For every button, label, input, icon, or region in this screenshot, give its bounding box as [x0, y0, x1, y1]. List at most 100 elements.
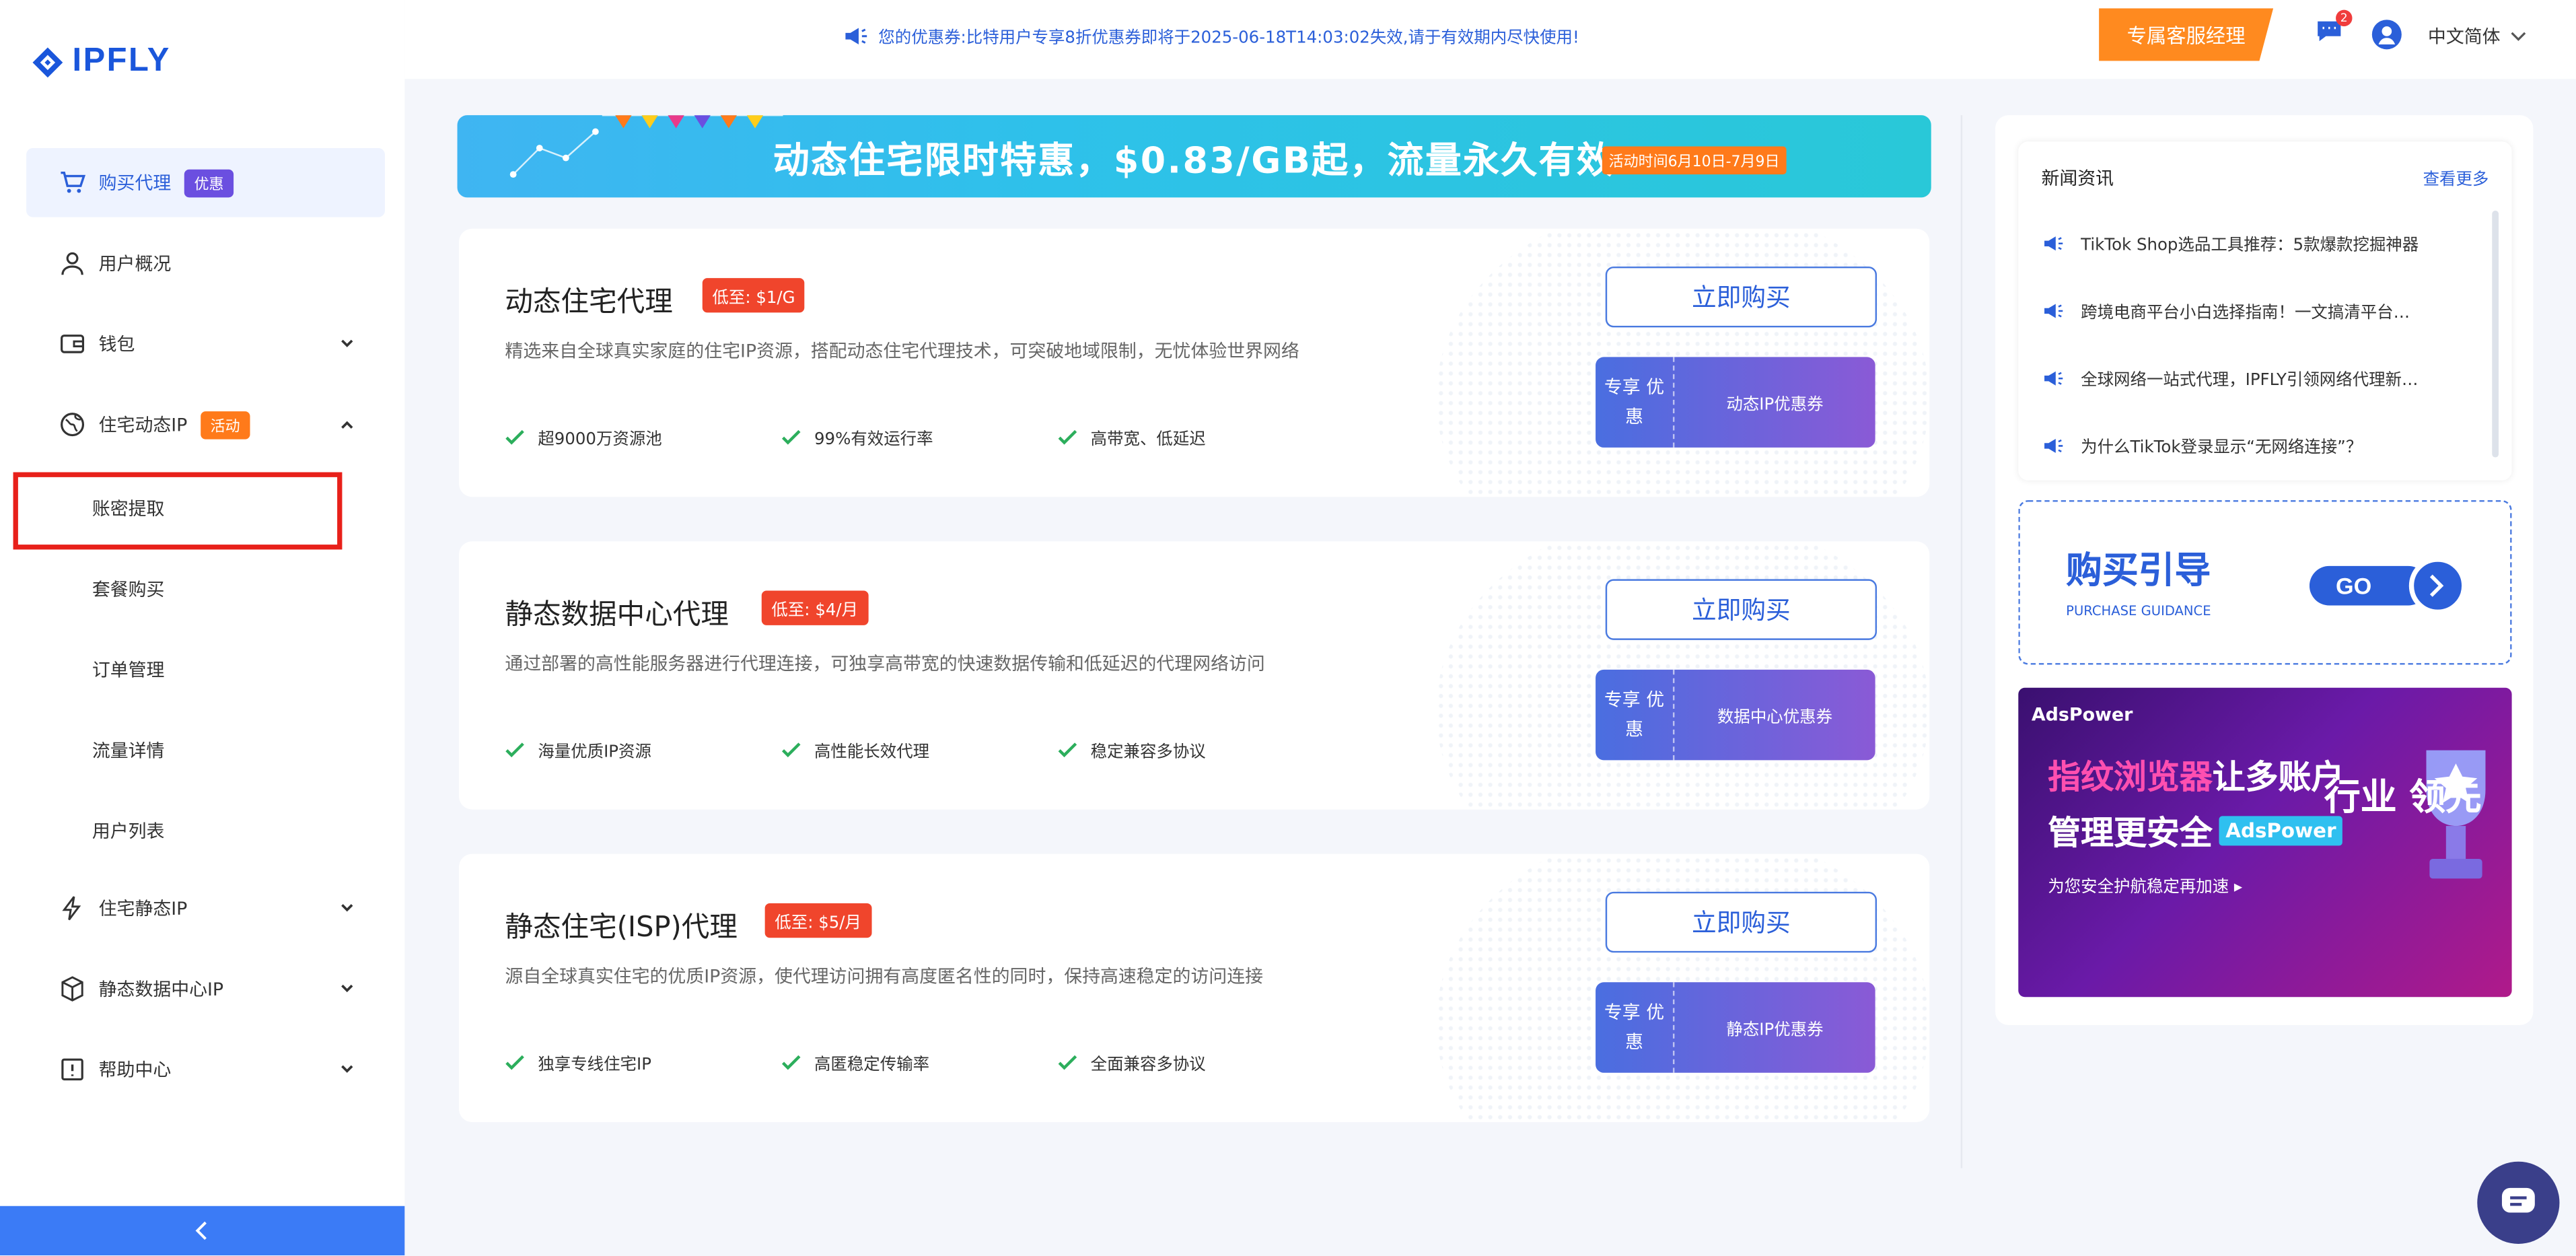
product-card-static-isp: 静态住宅(ISP)代理 低至: $5/月 源自全球真实住宅的优质IP资源，使代理…	[458, 853, 1930, 1123]
megaphone-icon	[845, 27, 867, 44]
language-label: 中文简体	[2427, 26, 2501, 48]
check-icon	[1058, 1054, 1077, 1070]
card-description: 通过部署的高性能服务器进行代理连接，可独享高带宽的快速数据传输和低延迟的代理网络…	[505, 653, 1265, 675]
sidebar-subitem-orders[interactable]: 订单管理	[92, 656, 165, 683]
feature-label: 高匿稳定传输率	[814, 1056, 930, 1075]
brand-name: IPFLY	[72, 42, 171, 79]
news-more-link[interactable]: 查看更多	[2423, 164, 2489, 189]
sidebar-item-label: 购买代理	[98, 172, 172, 195]
sidebar-item-buy-proxy[interactable]: 购买代理 优惠	[26, 147, 385, 217]
coupon-button[interactable]: 专享 优惠 静态IP优惠券	[1596, 982, 1875, 1073]
sidebar: IPFLY 购买代理 优惠 用户概况 钱包 住宅动态IP 活动 账密提取 套餐购…	[0, 0, 405, 1256]
sidebar-item-label: 钱包	[98, 334, 135, 355]
news-item[interactable]: 为什么TikTok登录显示“无网络连接”？	[2042, 433, 2486, 458]
feature-item: 99%有效运行率	[781, 425, 933, 450]
card-title: 静态住宅(ISP)代理	[505, 911, 738, 945]
go-arrow-icon	[2309, 557, 2467, 615]
feature-label: 全面兼容多协议	[1090, 1056, 1206, 1075]
news-item-text: TikTok Shop选品工具推荐：5款爆款挖掘神器	[2081, 236, 2419, 255]
coupon-button[interactable]: 专享 优惠 动态IP优惠券	[1596, 357, 1875, 448]
brand-logo[interactable]: IPFLY	[30, 43, 171, 81]
card-description: 精选来自全球真实家庭的住宅IP资源，搭配动态住宅代理技术，可突破地域限制，无忧体…	[505, 340, 1299, 362]
ad-lead-text: 行业 领先	[2324, 778, 2482, 820]
news-title: 新闻资讯	[2041, 168, 2114, 190]
megaphone-icon	[2044, 438, 2063, 452]
adspower-ad-banner[interactable]: AdsPower 指纹浏览器让多账户 管理更安全 AdsPower 为您安全护航…	[2018, 687, 2512, 998]
notice-text: 您的优惠券:比特用户专享8折优惠券即将于2025-06-18T14:03:02失…	[878, 29, 1579, 48]
sidebar-item-residential-static[interactable]: 住宅静态IP	[26, 874, 385, 943]
sidebar-item-help[interactable]: 帮助中心	[26, 1035, 385, 1105]
feature-item: 高匿稳定传输率	[781, 1050, 930, 1075]
megaphone-icon	[2044, 370, 2063, 385]
feature-item: 高带宽、低延迟	[1058, 425, 1206, 449]
feature-label: 99%有效运行率	[814, 431, 933, 450]
check-icon	[781, 429, 801, 444]
card-description: 源自全球真实住宅的优质IP资源，使代理访问拥有高度匿名性的同时，保持高速稳定的访…	[505, 965, 1263, 987]
promo-badge: 优惠	[184, 168, 234, 197]
feature-label: 独享专线住宅IP	[538, 1056, 651, 1075]
help-book-icon	[59, 1056, 85, 1082]
coupon-name: 静态IP优惠券	[1726, 1021, 1824, 1040]
sidebar-item-static-datacenter[interactable]: 静态数据中心IP	[26, 954, 385, 1024]
news-panel: 新闻资讯 查看更多 TikTok Shop选品工具推荐：5款爆款挖掘神器 跨境电…	[2018, 141, 2512, 481]
chat-button[interactable]	[2477, 1161, 2560, 1244]
coupon-label: 专享 优惠	[1596, 669, 1675, 761]
check-icon	[781, 1054, 801, 1070]
coupon-name: 动态IP优惠券	[1726, 396, 1824, 415]
wallet-icon	[59, 330, 85, 357]
ad-brand: AdsPower	[2032, 704, 2133, 726]
news-item-text: 跨境电商平台小白选择指南！一文搞清平台…	[2081, 304, 2410, 323]
chevron-left-icon	[195, 1221, 207, 1241]
coupon-label: 专享 优惠	[1596, 357, 1675, 448]
sidebar-item-label: 用户概况	[98, 253, 172, 275]
guide-subtitle: PURCHASE GUIDANCE	[2066, 604, 2211, 619]
news-item[interactable]: 全球网络一站式代理，IPFLY引领网络代理新…	[2042, 365, 2486, 390]
product-card-static-datacenter: 静态数据中心代理 低至: $4/月 通过部署的高性能服务器进行代理连接，可独享高…	[458, 541, 1930, 810]
chevron-down-icon	[2511, 32, 2526, 41]
check-icon	[505, 742, 524, 757]
language-selector[interactable]: 中文简体	[2428, 23, 2527, 49]
network-decoration-icon	[509, 128, 599, 178]
card-title: 动态住宅代理	[505, 286, 673, 320]
go-button[interactable]: GO	[2309, 557, 2468, 615]
ad-headline-pink: 指纹浏览器	[2048, 757, 2213, 797]
avatar[interactable]	[2371, 20, 2402, 50]
sidebar-collapse-button[interactable]	[0, 1206, 405, 1256]
coupon-button[interactable]: 专享 优惠 数据中心优惠券	[1596, 669, 1875, 761]
chevron-down-icon	[341, 339, 353, 347]
sidebar-item-user-overview[interactable]: 用户概况	[26, 229, 385, 298]
check-icon	[781, 742, 801, 757]
sidebar-subitem-traffic[interactable]: 流量详情	[92, 737, 165, 763]
cart-icon	[59, 170, 86, 196]
promo-banner[interactable]: 动态住宅限时特惠，$0.83/GB起，流量永久有效! 活动时间6月10日-7月9…	[457, 115, 1931, 198]
feature-item: 稳定兼容多协议	[1058, 737, 1206, 762]
feature-item: 全面兼容多协议	[1058, 1050, 1206, 1075]
news-item[interactable]: TikTok Shop选品工具推荐：5款爆款挖掘神器	[2042, 230, 2486, 255]
ad-tagline: 为您安全护航稳定再加速 ▸	[2048, 878, 2243, 897]
price-tag: 低至: $5/月	[764, 903, 871, 938]
coupon-notice[interactable]: 您的优惠券:比特用户专享8折优惠券即将于2025-06-18T14:03:02失…	[843, 23, 1579, 48]
sidebar-item-wallet[interactable]: 钱包	[26, 310, 385, 379]
sidebar-item-residential-dynamic[interactable]: 住宅动态IP 活动	[26, 390, 385, 459]
feature-label: 海量优质IP资源	[538, 743, 651, 762]
megaphone-icon	[2044, 303, 2063, 318]
sidebar-subitem-package[interactable]: 套餐购买	[92, 576, 165, 602]
globe-icon	[59, 411, 85, 438]
account-manager-button[interactable]: 专属客服经理	[2099, 8, 2274, 61]
news-scrollbar[interactable]	[2492, 210, 2499, 458]
feature-item: 独享专线住宅IP	[505, 1050, 651, 1075]
feature-item: 高性能长效代理	[781, 737, 929, 762]
activity-badge: 活动	[200, 410, 250, 439]
purchase-guide-card[interactable]: 购买引导 PURCHASE GUIDANCE GO	[2018, 500, 2512, 665]
divider	[1960, 115, 1963, 1168]
news-item[interactable]: 跨境电商平台小白选择指南！一文搞清平台…	[2042, 298, 2486, 322]
buy-now-button[interactable]: 立即购买	[1605, 891, 1877, 953]
chevron-down-icon	[341, 984, 353, 993]
megaphone-icon	[2044, 236, 2063, 250]
buy-now-button[interactable]: 立即购买	[1605, 266, 1877, 328]
buy-now-button[interactable]: 立即购买	[1605, 579, 1877, 640]
chevron-down-icon	[341, 904, 353, 912]
highlight-box	[13, 472, 343, 550]
sidebar-subitem-users[interactable]: 用户列表	[92, 818, 165, 844]
price-tag: 低至: $4/月	[761, 590, 868, 625]
